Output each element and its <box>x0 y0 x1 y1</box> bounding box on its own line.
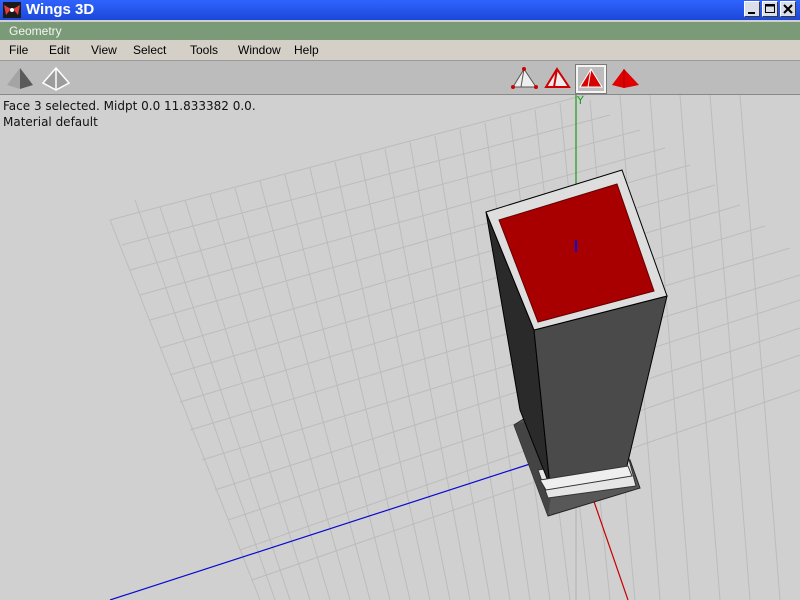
menu-tools[interactable]: Tools <box>190 42 218 58</box>
vertex-mode-icon <box>511 67 538 89</box>
menu-file[interactable]: File <box>9 42 28 58</box>
smooth-shading-icon <box>7 68 33 89</box>
title-bar: Wings 3D <box>0 0 800 20</box>
body-select-mode-button[interactable] <box>610 65 640 93</box>
vertex-select-mode-button[interactable] <box>509 65 539 93</box>
menu-help[interactable]: Help <box>294 42 319 58</box>
wings3d-app-icon[interactable] <box>3 2 21 18</box>
close-button[interactable] <box>780 1 796 17</box>
maximize-button[interactable] <box>762 1 778 17</box>
selection-status-line: Face 3 selected. Midpt 0.0 11.833382 0.0… <box>3 99 256 113</box>
edge-select-mode-button[interactable] <box>542 65 572 93</box>
geometry-label: Geometry <box>9 24 62 38</box>
wireframe-shading-button[interactable] <box>41 65 71 93</box>
face-mode-icon <box>579 68 603 88</box>
window-title: Wings 3D <box>26 1 95 18</box>
face-select-mode-button[interactable] <box>575 64 607 94</box>
menu-view[interactable]: View <box>91 42 117 58</box>
minimize-button[interactable] <box>744 1 760 17</box>
3d-viewport[interactable]: Y <box>0 95 800 600</box>
menu-edit[interactable]: Edit <box>49 42 70 58</box>
menu-bar: File Edit View Select Tools Window Help <box>0 40 800 61</box>
viewport-canvas[interactable]: Y <box>0 95 800 600</box>
wireframe-shading-icon <box>41 66 71 91</box>
body-mode-icon <box>612 69 639 88</box>
smooth-shading-button[interactable] <box>5 65 35 93</box>
menu-window[interactable]: Window <box>238 42 281 58</box>
geometry-window-bar[interactable]: Geometry <box>0 22 800 40</box>
menu-select[interactable]: Select <box>133 42 166 58</box>
y-axis-label: Y <box>576 95 584 107</box>
selection-info: Face 3 selected. Midpt 0.0 11.833382 0.0… <box>3 98 256 130</box>
toolbar <box>0 61 800 95</box>
edge-mode-icon <box>544 67 571 88</box>
material-status-line: Material default <box>3 115 98 129</box>
